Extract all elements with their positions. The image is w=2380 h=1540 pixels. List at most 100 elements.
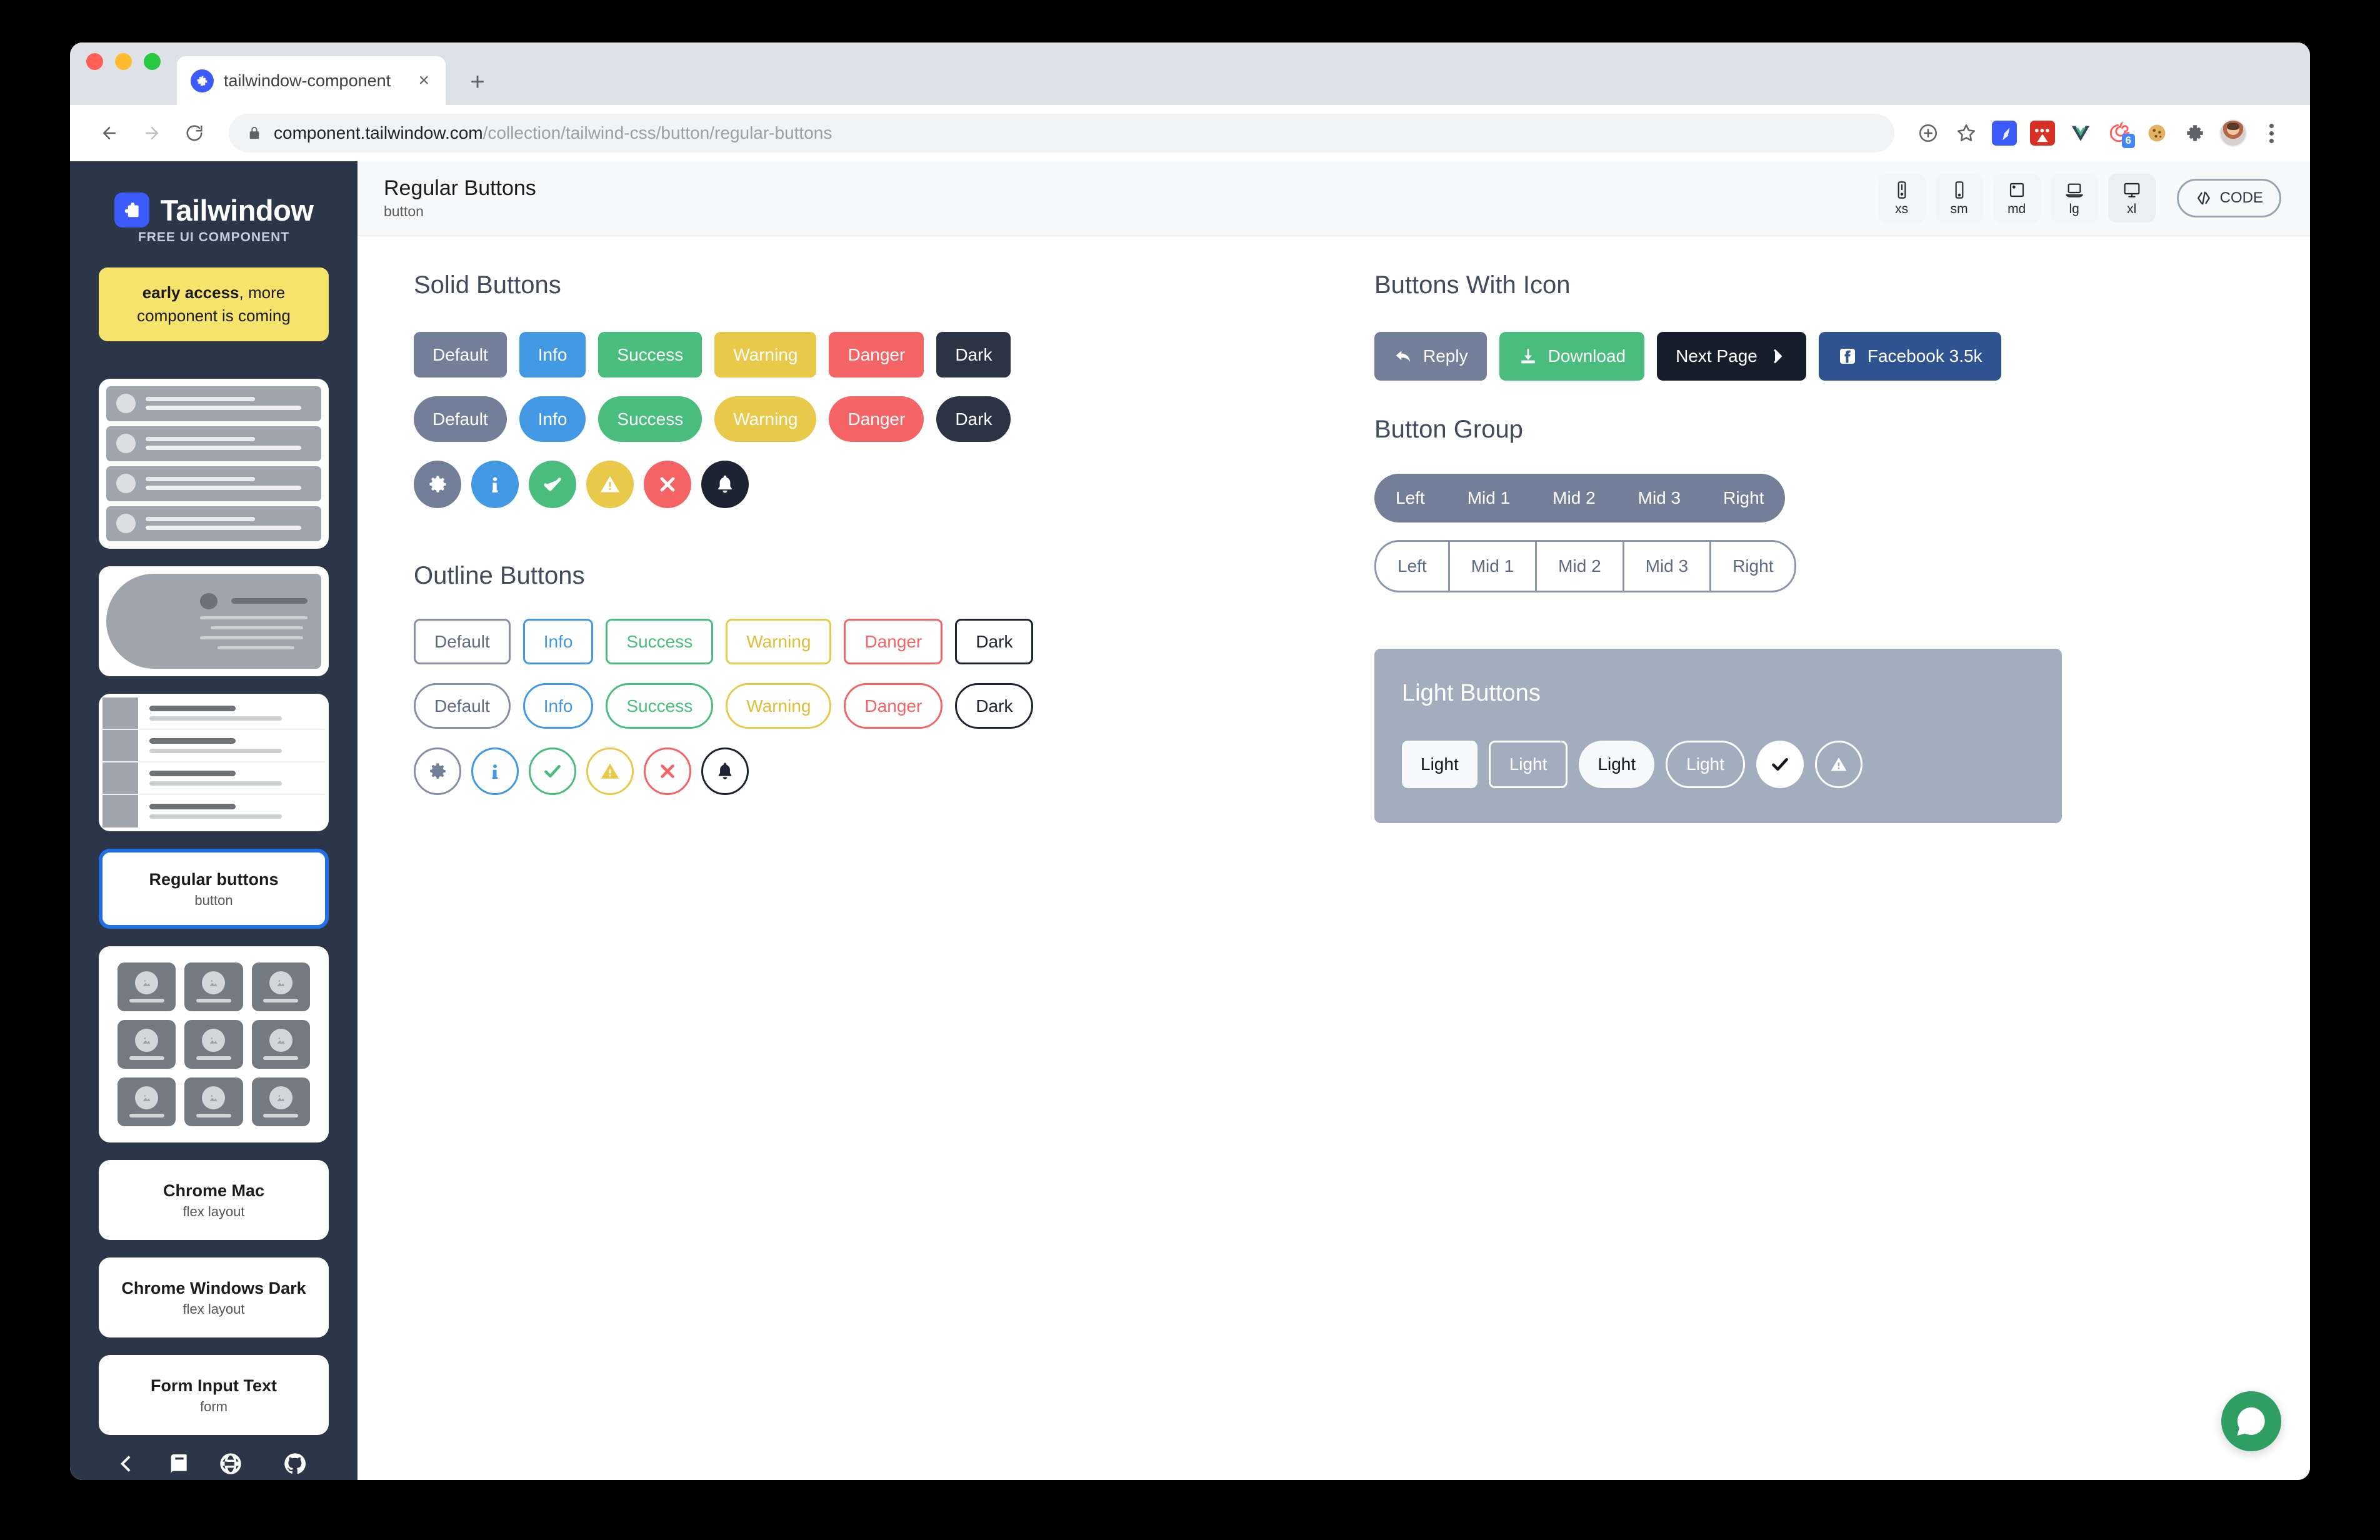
- solid-pill-button-dark[interactable]: Dark: [936, 396, 1011, 442]
- outline-pill-button-danger[interactable]: Danger: [844, 683, 943, 729]
- extension-alert-icon[interactable]: [2025, 116, 2060, 151]
- download-button[interactable]: Download: [1499, 332, 1645, 381]
- solid-button-danger[interactable]: Danger: [829, 332, 924, 378]
- group-outline-button-mid-2[interactable]: Mid 2: [1537, 542, 1624, 591]
- outline-icon-button-close[interactable]: [644, 748, 691, 795]
- sidebar-footer-back[interactable]: BACK: [104, 1451, 145, 1480]
- grid-cell: [118, 1077, 176, 1126]
- viewport-sm-button[interactable]: sm: [1935, 174, 1983, 222]
- viewport-xs-button[interactable]: xs: [1878, 174, 1926, 222]
- icon-button-info[interactable]: [471, 461, 519, 508]
- outline-pill-button-info[interactable]: Info: [522, 683, 594, 729]
- skeleton-avatar: [116, 394, 136, 414]
- light-button-solid-square[interactable]: Light: [1402, 741, 1478, 788]
- solid-button-info[interactable]: Info: [519, 332, 586, 378]
- code-button-label: CODE: [2219, 189, 2263, 206]
- light-icon-button-check[interactable]: [1756, 741, 1804, 788]
- outline-icon-button-gear[interactable]: [414, 748, 461, 795]
- group-button-left[interactable]: Left: [1374, 474, 1446, 522]
- outline-button-success[interactable]: Success: [606, 619, 714, 664]
- group-outline-button-right[interactable]: Right: [1711, 542, 1794, 591]
- solid-pill-button-success[interactable]: Success: [598, 396, 702, 442]
- extension-cookie-icon[interactable]: [2139, 116, 2174, 151]
- sidebar-item-regular-buttons[interactable]: Regular buttons button: [99, 848, 329, 929]
- sidebar-footer-github[interactable]: GITHUB: [267, 1451, 323, 1480]
- group-button-mid-2[interactable]: Mid 2: [1531, 474, 1616, 522]
- extension-vue-icon[interactable]: [2063, 116, 2098, 151]
- outline-icon-button-warning[interactable]: [586, 748, 634, 795]
- viewport-md-button[interactable]: md: [1992, 174, 2041, 222]
- code-button[interactable]: CODE: [2176, 179, 2281, 218]
- outline-button-warning[interactable]: Warning: [726, 619, 832, 664]
- extension-spiral-icon[interactable]: 6: [2101, 116, 2136, 151]
- new-tab-button[interactable]: +: [462, 68, 493, 96]
- chrome-menu-kebab-icon[interactable]: [2254, 116, 2289, 151]
- icon-button-warning[interactable]: [586, 461, 634, 508]
- viewport-xl-button[interactable]: xl: [2108, 174, 2156, 222]
- group-outline-button-left[interactable]: Left: [1376, 542, 1450, 591]
- solid-button-success[interactable]: Success: [598, 332, 702, 378]
- minimize-window-button[interactable]: [115, 52, 132, 70]
- grid-cell: [184, 962, 243, 1011]
- outline-button-danger[interactable]: Danger: [844, 619, 943, 664]
- group-button-right[interactable]: Right: [1702, 474, 1785, 522]
- solid-pill-button-info[interactable]: Info: [519, 396, 586, 442]
- maximize-window-button[interactable]: [144, 52, 161, 70]
- outline-pill-button-warning[interactable]: Warning: [726, 683, 832, 729]
- reload-button[interactable]: [176, 115, 212, 151]
- group-button-mid-3[interactable]: Mid 3: [1617, 474, 1702, 522]
- sidebar-footer-web[interactable]: WEB: [214, 1451, 248, 1480]
- icon-button-check[interactable]: [529, 461, 576, 508]
- icon-button-close[interactable]: [644, 461, 691, 508]
- outline-icon-button-bell[interactable]: [701, 748, 749, 795]
- solid-pill-button-danger[interactable]: Danger: [829, 396, 924, 442]
- solid-button-default[interactable]: Default: [414, 332, 507, 378]
- forward-button[interactable]: [134, 115, 170, 151]
- solid-pill-button-default[interactable]: Default: [414, 396, 507, 442]
- group-button-mid-1[interactable]: Mid 1: [1446, 474, 1531, 522]
- light-button-outline-pill[interactable]: Light: [1666, 741, 1745, 788]
- close-window-button[interactable]: [86, 52, 103, 70]
- viewport-lg-button[interactable]: lg: [2050, 174, 2098, 222]
- outline-icon-button-info[interactable]: [471, 748, 519, 795]
- sidebar-item-form-input-text[interactable]: Form Input Text form: [99, 1354, 329, 1435]
- reply-button[interactable]: Reply: [1374, 332, 1487, 381]
- icon-button-gear[interactable]: [414, 461, 461, 508]
- group-outline-button-mid-3[interactable]: Mid 3: [1624, 542, 1712, 591]
- light-button-outline-square[interactable]: Light: [1488, 741, 1568, 788]
- outline-pill-button-default[interactable]: Default: [414, 683, 511, 729]
- sidebar-card-skeleton-rows[interactable]: [99, 378, 329, 549]
- extensions-puzzle-icon[interactable]: [2178, 116, 2212, 151]
- outline-button-default[interactable]: Default: [414, 619, 511, 664]
- outline-icon-button-check[interactable]: [529, 748, 576, 795]
- icon-button-bell[interactable]: [701, 461, 749, 508]
- sidebar-card-grid[interactable]: [99, 946, 329, 1142]
- solid-pill-button-warning[interactable]: Warning: [714, 396, 817, 442]
- sidebar-footer-toc[interactable]: TOC: [164, 1451, 195, 1480]
- sidebar-item-chrome-windows-dark[interactable]: Chrome Windows Dark flex layout: [99, 1257, 329, 1338]
- outline-button-info[interactable]: Info: [522, 619, 594, 664]
- browser-tab[interactable]: tailwindow-component ×: [177, 56, 446, 105]
- extension-kite-icon[interactable]: [1987, 116, 2022, 151]
- whatsapp-floating-button[interactable]: [2221, 1391, 2281, 1451]
- sidebar-card-list[interactable]: [99, 693, 329, 831]
- solid-button-dark[interactable]: Dark: [936, 332, 1011, 378]
- group-outline-button-mid-1[interactable]: Mid 1: [1450, 542, 1538, 591]
- solid-button-warning[interactable]: Warning: [714, 332, 817, 378]
- sidebar-card-hero[interactable]: [99, 566, 329, 676]
- bookmark-star-icon[interactable]: [1949, 116, 1984, 151]
- sidebar-item-title: Regular buttons: [149, 869, 279, 889]
- light-icon-button-warning[interactable]: [1814, 741, 1862, 788]
- back-button[interactable]: [91, 115, 128, 151]
- outline-pill-button-dark[interactable]: Dark: [955, 683, 1034, 729]
- outline-button-dark[interactable]: Dark: [955, 619, 1034, 664]
- address-bar[interactable]: component.tailwindow.com/collection/tail…: [229, 114, 1894, 152]
- next-page-button[interactable]: Next Page: [1657, 332, 1806, 381]
- profile-avatar[interactable]: [2216, 116, 2251, 151]
- light-button-solid-pill[interactable]: Light: [1579, 741, 1655, 788]
- sidebar-item-chrome-mac[interactable]: Chrome Mac flex layout: [99, 1159, 329, 1240]
- install-app-icon[interactable]: [1911, 116, 1946, 151]
- facebook-button[interactable]: Facebook 3.5k: [1818, 332, 2001, 381]
- tab-close-icon[interactable]: ×: [416, 69, 432, 92]
- outline-pill-button-success[interactable]: Success: [606, 683, 714, 729]
